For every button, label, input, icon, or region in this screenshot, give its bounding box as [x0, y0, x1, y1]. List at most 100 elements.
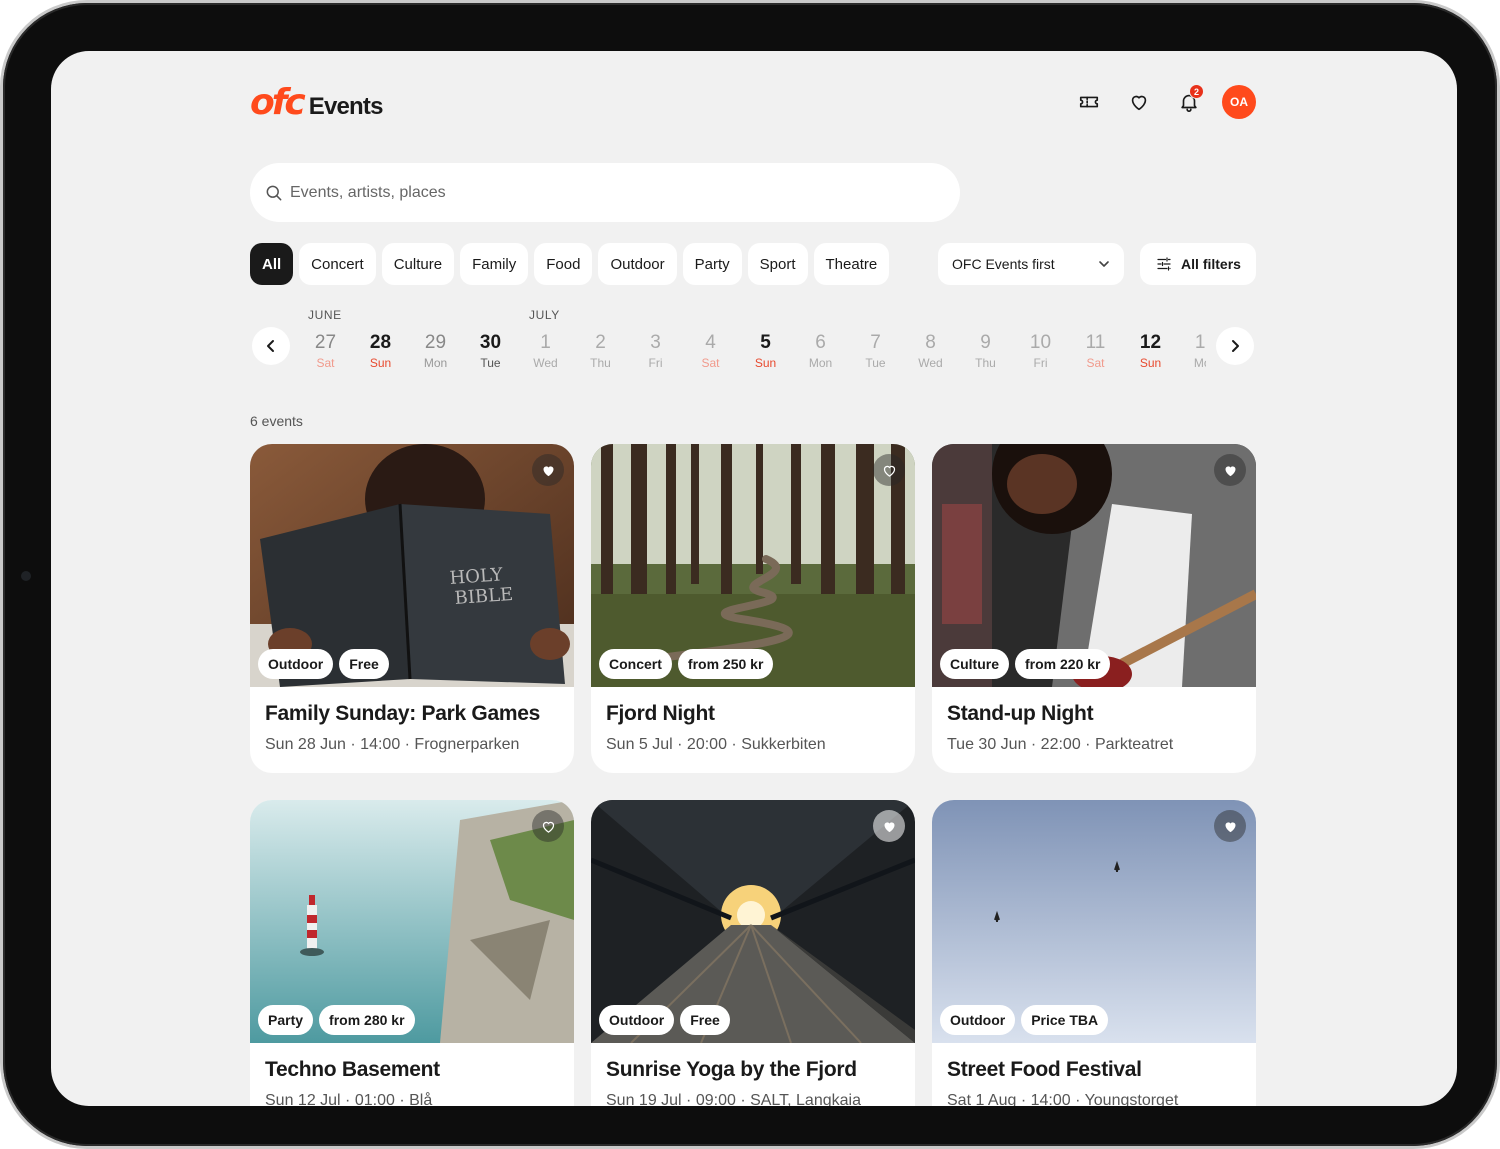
camera-dot: [21, 571, 31, 581]
event-card[interactable]: Concert from 250 kr Fjord Night Sun 5 Jul ·…: [591, 444, 915, 773]
category-chip-concert[interactable]: Concert: [299, 243, 376, 285]
date-weekday: Mon: [1193, 356, 1206, 370]
date-item[interactable]: 12 Sun: [1123, 331, 1178, 371]
event-image: Culture from 220 kr: [932, 444, 1256, 687]
event-meta: Sun 19 Jul · 09:00 · SALT, Langkaia: [606, 1092, 861, 1106]
event-card[interactable]: Outdoor Price TBA Street Food Festival Sat …: [932, 800, 1256, 1106]
app-logo[interactable]: ofc Events: [250, 85, 383, 121]
event-grid: HOLY BIBLE Outdoor Free Family Sunday: Par…: [250, 444, 1256, 1106]
notifications-button[interactable]: 2: [1172, 84, 1206, 119]
header-actions: 2 OA: [1056, 84, 1256, 119]
sort-dropdown[interactable]: OFC Events first: [938, 243, 1124, 285]
favorite-button[interactable]: [873, 810, 905, 842]
date-list: 27 Sat 28 Sun 29 Mon 30 Tue 1 Wed 2 Thu 3 Fri 4 Sat 5 Sun…: [298, 331, 1206, 371]
calendar-prev-button[interactable]: [252, 327, 290, 365]
date-number: 28: [369, 332, 392, 353]
date-weekday: Wed: [533, 356, 558, 370]
date-number: 2: [595, 332, 606, 353]
date-item[interactable]: 30 Tue: [463, 331, 518, 371]
heart-icon: [1131, 95, 1147, 111]
date-item[interactable]: 2 Thu: [573, 331, 628, 371]
date-weekday: Sat: [1086, 356, 1105, 370]
favorite-button[interactable]: [1214, 454, 1246, 486]
date-item[interactable]: 5 Sun: [738, 331, 793, 371]
heart-icon: [542, 821, 554, 833]
date-number: 7: [870, 332, 881, 353]
category-chip-all[interactable]: All: [250, 243, 294, 285]
event-tags: Outdoor Free: [599, 1005, 730, 1035]
date-weekday: Fri: [648, 356, 663, 370]
date-item[interactable]: 28 Sun: [353, 331, 408, 371]
tickets-button[interactable]: [1072, 85, 1106, 119]
date-item[interactable]: 6 Mon: [793, 331, 848, 371]
search-bar[interactable]: [250, 163, 960, 222]
notification-badge: 2: [1189, 84, 1204, 99]
date-strip: 27 Sat 28 Sun 29 Mon 30 Tue 1 Wed 2 Thu 3 Fri 4 Sat 5 Sun…: [298, 331, 1206, 379]
tablet-frame: ofc Events 2 OA Events, artists, places …: [3, 3, 1497, 1146]
date-weekday: Sat: [316, 356, 335, 370]
event-tag: Party: [258, 1005, 314, 1035]
event-meta: Sun 28 Jun · 14:00 · Frognerparken: [265, 736, 520, 753]
date-weekday: Mon: [808, 356, 833, 370]
logo-word: Events: [308, 93, 384, 120]
category-chip-outdoor[interactable]: Outdoor: [598, 243, 677, 285]
category-chip-food[interactable]: Food: [534, 243, 593, 285]
event-tag: Free: [680, 1005, 730, 1035]
date-item[interactable]: 9 Thu: [958, 331, 1013, 371]
favorites-button[interactable]: [1122, 85, 1156, 119]
event-tag: Concert: [599, 649, 672, 679]
category-chip-sport[interactable]: Sport: [747, 243, 808, 285]
calendar-next-button[interactable]: [1216, 327, 1254, 365]
month-label-june: JUNE: [308, 308, 342, 322]
event-image: HOLY BIBLE Outdoor Free: [250, 444, 574, 687]
date-item[interactable]: 1 Wed: [518, 331, 573, 371]
date-number: 1: [540, 332, 551, 353]
date-item[interactable]: 4 Sat: [683, 331, 738, 371]
category-chip-party[interactable]: Party: [682, 243, 742, 285]
category-chip-family[interactable]: Family: [460, 243, 529, 285]
event-card[interactable]: Culture from 220 kr Stand-up Night Tue 30 J…: [932, 444, 1256, 773]
all-filters-label: All filters: [1181, 256, 1241, 272]
date-number: 13: [1194, 332, 1206, 353]
all-filters-button[interactable]: All filters: [1140, 243, 1256, 285]
date-item[interactable]: 11 Sat: [1068, 331, 1123, 371]
event-card[interactable]: Outdoor Free Sunrise Yoga by the Fjord Sun …: [591, 800, 915, 1106]
heart-icon: [1225, 465, 1235, 476]
svg-text:BIBLE: BIBLE: [454, 584, 514, 609]
event-meta: Sat 1 Aug · 14:00 · Youngstorget: [947, 1092, 1179, 1106]
event-image: Outdoor Price TBA: [932, 800, 1256, 1043]
event-tags: Concert from 250 kr: [599, 649, 774, 679]
date-number: 3: [650, 332, 661, 353]
event-title: Family Sunday: Park Games: [265, 702, 540, 725]
favorite-button[interactable]: [1214, 810, 1246, 842]
date-item[interactable]: 29 Mon: [408, 331, 463, 371]
favorite-button[interactable]: [532, 810, 564, 842]
event-card[interactable]: HOLY BIBLE Outdoor Free Family Sunday: Par…: [250, 444, 574, 773]
event-tag: Outdoor: [599, 1005, 675, 1035]
date-item[interactable]: 10 Fri: [1013, 331, 1068, 371]
date-weekday: Fri: [1033, 356, 1048, 370]
date-item[interactable]: 8 Wed: [903, 331, 958, 371]
search-input[interactable]: [290, 183, 890, 202]
category-chip-theatre[interactable]: Theatre: [813, 243, 890, 285]
event-meta: Sun 12 Jul · 01:00 · Blå: [265, 1092, 433, 1106]
event-tags: Culture from 220 kr: [940, 649, 1111, 679]
date-item[interactable]: 27 Sat: [298, 331, 353, 371]
event-card[interactable]: Party from 280 kr Techno Basement Sun 12 Ju…: [250, 800, 574, 1106]
event-tag: Price TBA: [1021, 1005, 1109, 1035]
favorite-button[interactable]: [532, 454, 564, 486]
event-title: Street Food Festival: [947, 1058, 1142, 1081]
date-weekday: Sun: [754, 356, 777, 370]
date-number: 10: [1029, 332, 1052, 353]
logo-mark: ofc: [250, 82, 306, 123]
avatar[interactable]: OA: [1222, 85, 1256, 119]
category-chip-culture[interactable]: Culture: [381, 243, 455, 285]
date-item[interactable]: 7 Tue: [848, 331, 903, 371]
event-tags: Outdoor Price TBA: [940, 1005, 1109, 1035]
date-item[interactable]: 3 Fri: [628, 331, 683, 371]
favorite-button[interactable]: [873, 454, 905, 486]
date-item[interactable]: 13 Mon: [1178, 331, 1206, 371]
date-number: 4: [705, 332, 716, 353]
heart-icon: [543, 465, 553, 476]
chevron-right-icon: [1232, 340, 1239, 352]
